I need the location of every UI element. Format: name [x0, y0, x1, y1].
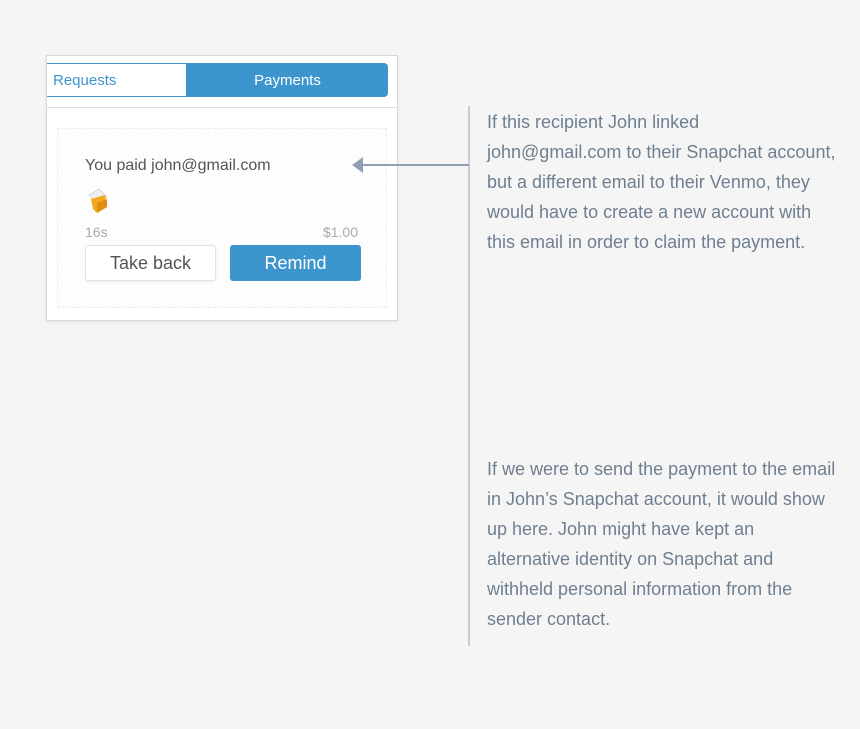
annotation-note-1: If this recipient John linked john@gmail…	[487, 112, 836, 252]
payment-card: You paid john@gmail.com 16s $1.00 Take b…	[57, 128, 387, 308]
tab-bar: Requests Payments	[47, 63, 388, 97]
venmo-screen-panel: Requests Payments You paid john@gmail.co…	[46, 55, 398, 321]
annotation-divider-line	[468, 106, 470, 646]
tab-payments[interactable]: Payments	[187, 63, 388, 97]
annotation-note-2: If we were to send the payment to the em…	[487, 459, 836, 629]
take-back-button[interactable]: Take back	[85, 245, 216, 281]
beer-mug-icon	[88, 188, 108, 213]
annotation-arrow-line	[363, 164, 469, 166]
annotation-arrow-head-icon	[352, 157, 363, 173]
tab-requests[interactable]: Requests	[47, 63, 187, 97]
payment-title: You paid john@gmail.com	[85, 157, 271, 174]
payment-amount: $1.00	[322, 224, 358, 240]
remind-button[interactable]: Remind	[230, 245, 361, 281]
payment-time: 16s	[85, 224, 108, 240]
divider	[47, 107, 397, 108]
